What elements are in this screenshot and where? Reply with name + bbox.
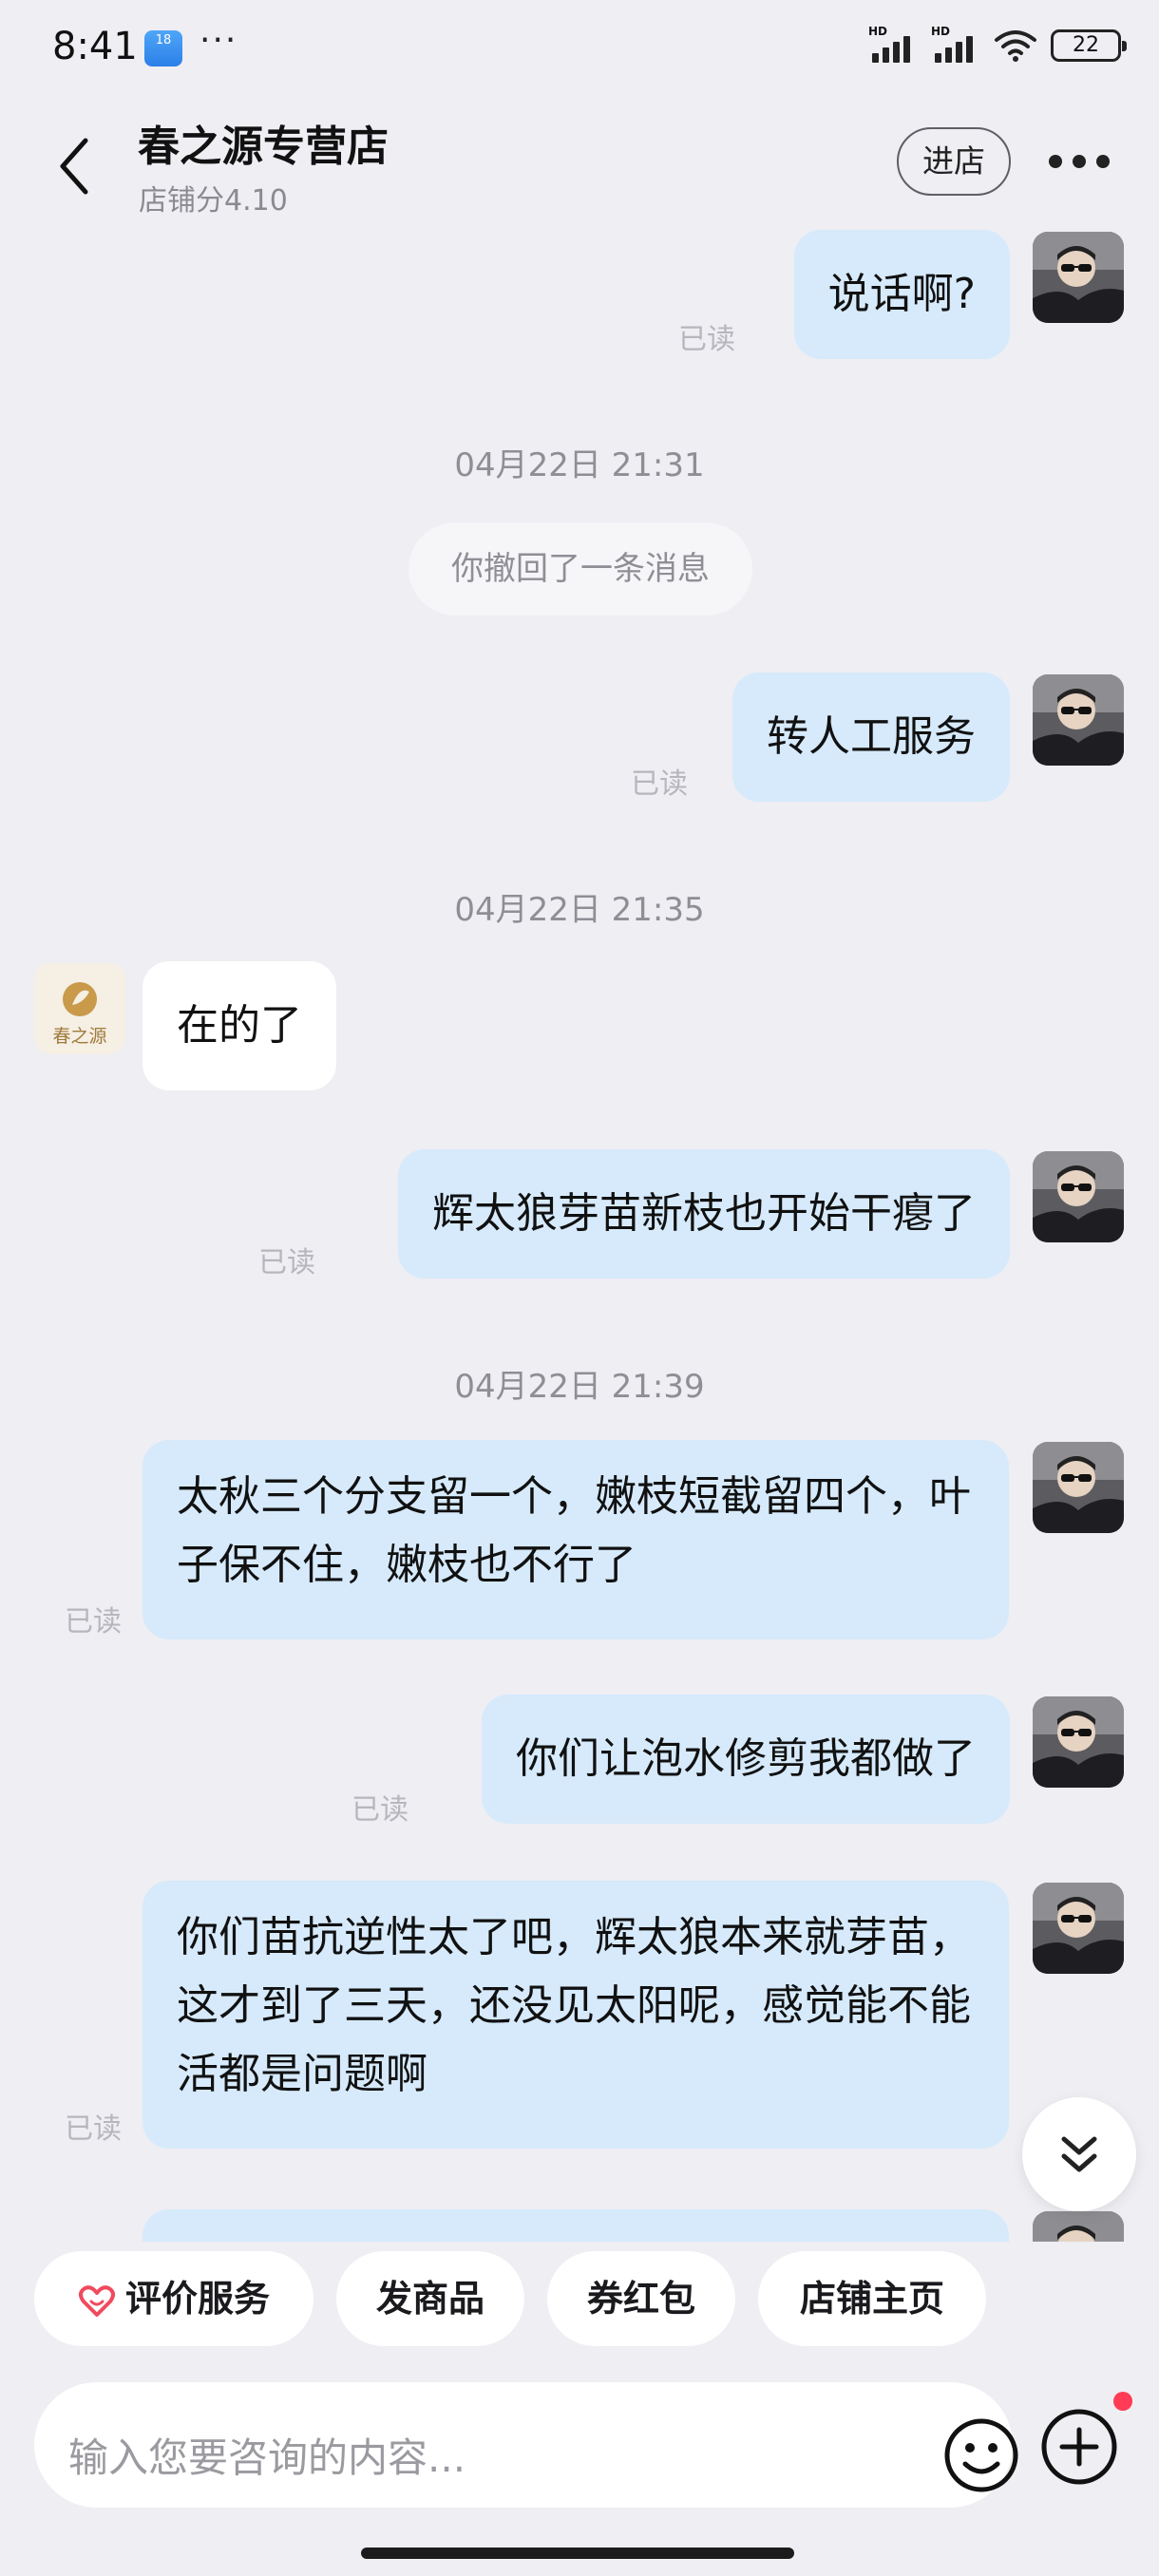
user-avatar[interactable] — [1033, 1151, 1124, 1242]
scroll-to-bottom-button[interactable] — [1022, 2097, 1136, 2211]
rate-service-label: 评价服务 — [124, 2278, 270, 2320]
shop-avatar-text: 春之源 — [52, 1026, 107, 1047]
coupon-button[interactable]: 券红包 — [547, 2251, 735, 2346]
message-bubble-outgoing-partial[interactable] — [142, 2209, 1009, 2242]
input-placeholder: 输入您要咨询的内容... — [68, 2434, 466, 2481]
read-receipt: 已读 — [631, 767, 688, 801]
message-bubble-outgoing[interactable]: 说话啊? — [793, 230, 1010, 359]
shop-score: 店铺分4.10 — [139, 184, 288, 218]
message-bubble-outgoing[interactable]: 辉太狼芽苗新枝也开始干瘪了 — [398, 1149, 1010, 1279]
emoji-icon[interactable] — [942, 2416, 1020, 2494]
recall-notice: 你撤回了一条消息 — [408, 522, 752, 616]
double-chevron-down-icon — [1061, 2136, 1097, 2172]
message-input[interactable]: 输入您要咨询的内容... — [34, 2382, 1018, 2508]
message-list[interactable]: 已读 说话啊? 04月22日 21:31 你撤回了一条消息 已读 转人工服务 0… — [0, 222, 1159, 2242]
user-avatar[interactable] — [1033, 1696, 1124, 1788]
chat-header: 春之源专营店 店铺分4.10 进店 — [0, 99, 1159, 222]
enter-shop-button[interactable]: 进店 — [897, 127, 1011, 196]
back-icon[interactable] — [51, 133, 99, 199]
signal-icon: HD — [931, 25, 980, 63]
page-title: 春之源专营店 — [138, 123, 389, 171]
heart-icon — [78, 2284, 115, 2317]
read-receipt: 已读 — [352, 1793, 408, 1827]
plus-icon[interactable] — [1039, 2407, 1119, 2487]
weather-icon: 18 — [144, 30, 182, 66]
home-indicator[interactable] — [361, 2548, 794, 2559]
more-notifications-icon: ··· — [200, 21, 238, 60]
status-bar: 8:41 18 ··· HD HD 22 — [0, 0, 1159, 99]
shop-homepage-button[interactable]: 店铺主页 — [758, 2251, 986, 2346]
message-bubble-outgoing[interactable]: 转人工服务 — [732, 672, 1010, 802]
more-icon[interactable] — [1049, 152, 1110, 171]
timestamp-separator: 04月22日 21:31 — [454, 446, 705, 484]
wifi-icon — [995, 30, 1036, 62]
message-bubble-incoming[interactable]: 在的了 — [142, 961, 336, 1090]
read-receipt: 已读 — [258, 1246, 315, 1279]
signal-icon: HD — [868, 25, 918, 63]
message-bubble-outgoing[interactable]: 你们让泡水修剪我都做了 — [482, 1695, 1010, 1824]
status-time: 8:41 — [52, 25, 138, 68]
user-avatar[interactable] — [1033, 1883, 1124, 1974]
user-avatar[interactable] — [1033, 232, 1124, 323]
user-avatar[interactable] — [1033, 674, 1124, 766]
send-product-button[interactable]: 发商品 — [336, 2251, 524, 2346]
message-bubble-outgoing[interactable]: 太秋三个分支留一个，嫩枝短截留四个，叶子保不住，嫩枝也不行了 — [142, 1440, 1009, 1639]
read-receipt: 已读 — [65, 2112, 122, 2146]
shop-avatar[interactable]: 春之源 — [34, 963, 125, 1054]
read-receipt: 已读 — [65, 1605, 122, 1638]
chat-screen: 8:41 18 ··· HD HD 22 春之源专营店 店铺分4.10 进店 已… — [0, 0, 1159, 2576]
timestamp-separator: 04月22日 21:35 — [454, 891, 705, 929]
rate-service-button[interactable]: 评价服务 — [34, 2251, 314, 2346]
notification-dot — [1113, 2392, 1132, 2411]
shortcut-bar: 评价服务 发商品 券红包 店铺主页 — [0, 2251, 1159, 2350]
user-avatar[interactable] — [1033, 2211, 1124, 2242]
message-bubble-outgoing[interactable]: 你们苗抗逆性太了吧，辉太狼本来就芽苗，这才到了三天，还没见太阳呢，感觉能不能活都… — [142, 1881, 1009, 2149]
input-bar: 输入您要咨询的内容... — [0, 2375, 1159, 2517]
timestamp-separator: 04月22日 21:39 — [454, 1368, 705, 1406]
user-avatar[interactable] — [1033, 1442, 1124, 1533]
read-receipt: 已读 — [678, 323, 735, 356]
battery-icon: 22 — [1051, 29, 1127, 62]
